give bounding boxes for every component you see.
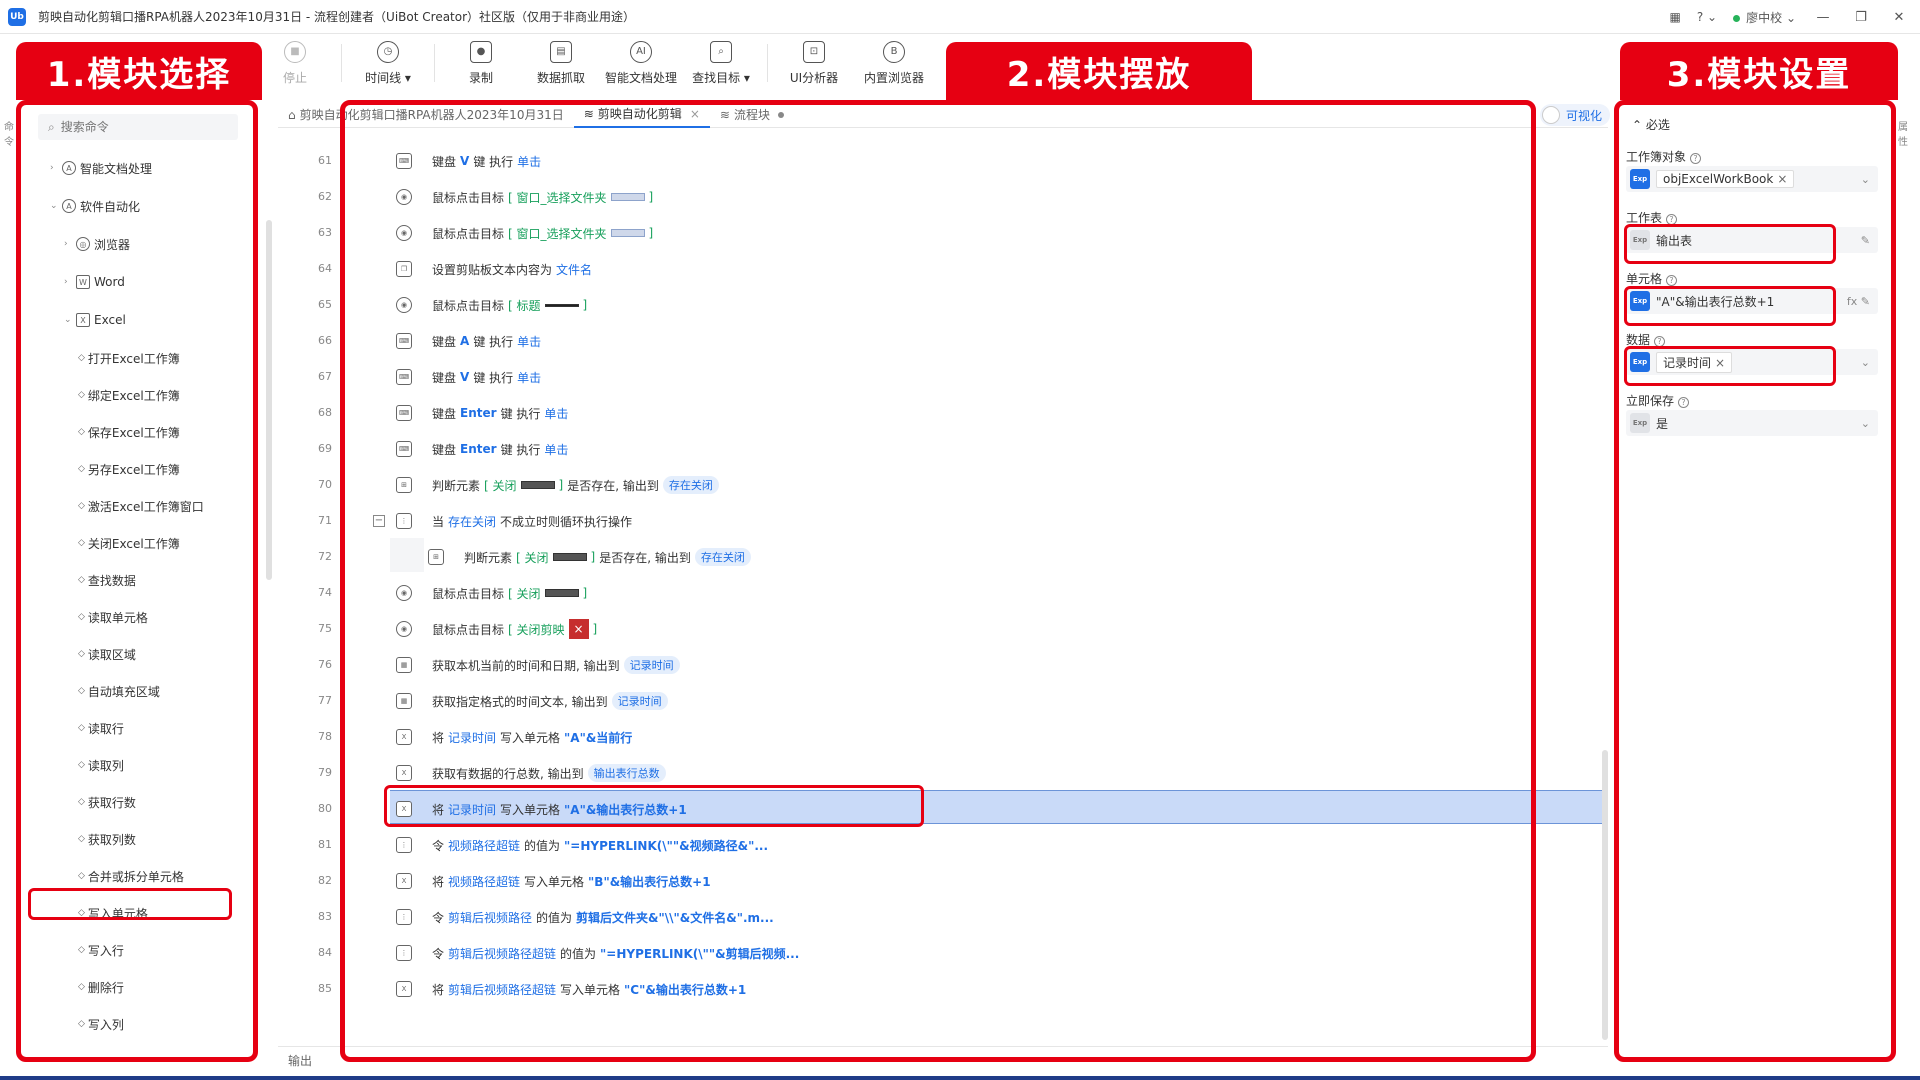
minimize-button[interactable]: —	[1812, 10, 1834, 25]
line-number: 74	[318, 586, 332, 599]
line-number: 72	[318, 550, 332, 563]
user-menu[interactable]: 廖中校 ⌄	[1733, 9, 1796, 26]
line-number: 64	[318, 262, 332, 275]
line-number: 76	[318, 658, 332, 671]
stop-icon: ■	[284, 40, 306, 63]
close-window-button[interactable]: ✕	[1888, 10, 1910, 25]
highlight-data-field	[1624, 346, 1836, 386]
line-number: 61	[318, 154, 332, 167]
command-panel-scrollbar[interactable]	[266, 220, 272, 580]
toggle-knob	[1542, 106, 1560, 124]
ui-analyzer-button[interactable]: ⊡ UI分析器	[774, 40, 854, 86]
line-number: 66	[318, 334, 332, 347]
find-target-button[interactable]: ⌕ 查找目标 ▾	[681, 40, 761, 86]
line-number: 79	[318, 766, 332, 779]
line-number: 63	[318, 226, 332, 239]
line-number: 69	[318, 442, 332, 455]
banner-module-select: 1.模块选择	[16, 42, 262, 100]
line-number: 83	[318, 910, 332, 923]
taskbar-edge	[0, 1076, 1920, 1080]
line-number: 70	[318, 478, 332, 491]
record-icon: ●	[470, 40, 492, 63]
line-number: 81	[318, 838, 332, 851]
line-number: 68	[318, 406, 332, 419]
banner-module-settings: 3.模块设置	[1620, 42, 1898, 100]
record-button[interactable]: ● 录制	[441, 40, 521, 86]
line-number: 84	[318, 946, 332, 959]
browser-icon: B	[883, 40, 905, 63]
highlight-write-cell	[28, 888, 232, 920]
timeline-button[interactable]: ◷ 时间线 ▾	[348, 40, 428, 86]
properties-side-tab[interactable]: 属性	[1898, 118, 1914, 148]
find-target-icon: ⌕	[710, 40, 732, 63]
highlight-cell-field	[1624, 286, 1836, 326]
line-number: 65	[318, 298, 332, 311]
toolbar-divider	[341, 44, 342, 82]
window-title: 剪映自动化剪辑口播RPA机器人2023年10月31日 - 流程创建者（UiBot…	[38, 10, 636, 24]
line-number: 78	[318, 730, 332, 743]
line-number: 71	[318, 514, 332, 527]
line-number: 82	[318, 874, 332, 887]
line-number: 62	[318, 190, 332, 203]
toolbar-divider	[767, 44, 768, 82]
editor-scrollbar[interactable]	[1602, 750, 1608, 1040]
ui-analyzer-icon: ⊡	[803, 40, 825, 63]
data-scrape-icon: ▤	[550, 40, 572, 63]
home-icon: ⌂	[288, 107, 296, 122]
banner-module-place: 2.模块摆放	[946, 42, 1252, 100]
highlight-selected-row	[384, 785, 924, 827]
visual-toggle[interactable]: 可视化	[1540, 104, 1611, 126]
title-bar-right: ▦ ? ⌄ 廖中校 ⌄ — ❐ ✕	[1670, 0, 1910, 34]
toolbar-divider	[434, 44, 435, 82]
title-bar: Ub 剪映自动化剪辑口播RPA机器人2023年10月31日 - 流程创建者（Ui…	[0, 0, 1920, 34]
restore-button[interactable]: ❐	[1850, 10, 1872, 25]
line-number: 77	[318, 694, 332, 707]
app-logo-icon: Ub	[8, 7, 26, 26]
line-number: 75	[318, 622, 332, 635]
line-number: 85	[318, 982, 332, 995]
line-number: 80	[318, 802, 332, 815]
clock-icon: ◷	[377, 40, 399, 63]
output-panel-label[interactable]: 输出	[288, 1052, 312, 1069]
browser-button[interactable]: B 内置浏览器	[854, 40, 934, 86]
grid-icon[interactable]: ▦	[1670, 10, 1681, 24]
ai-doc-button[interactable]: AI 智能文档处理	[601, 40, 681, 86]
ai-doc-icon: AI	[630, 40, 652, 63]
online-status-icon	[1733, 14, 1741, 22]
data-scrape-button[interactable]: ▤ 数据抓取	[521, 40, 601, 86]
stop-button[interactable]: ■ 停止	[255, 40, 335, 86]
annotation-box-middle	[340, 100, 1536, 1062]
help-icon[interactable]: ? ⌄	[1697, 10, 1717, 24]
highlight-sheet-field	[1624, 224, 1836, 264]
line-number: 67	[318, 370, 332, 383]
